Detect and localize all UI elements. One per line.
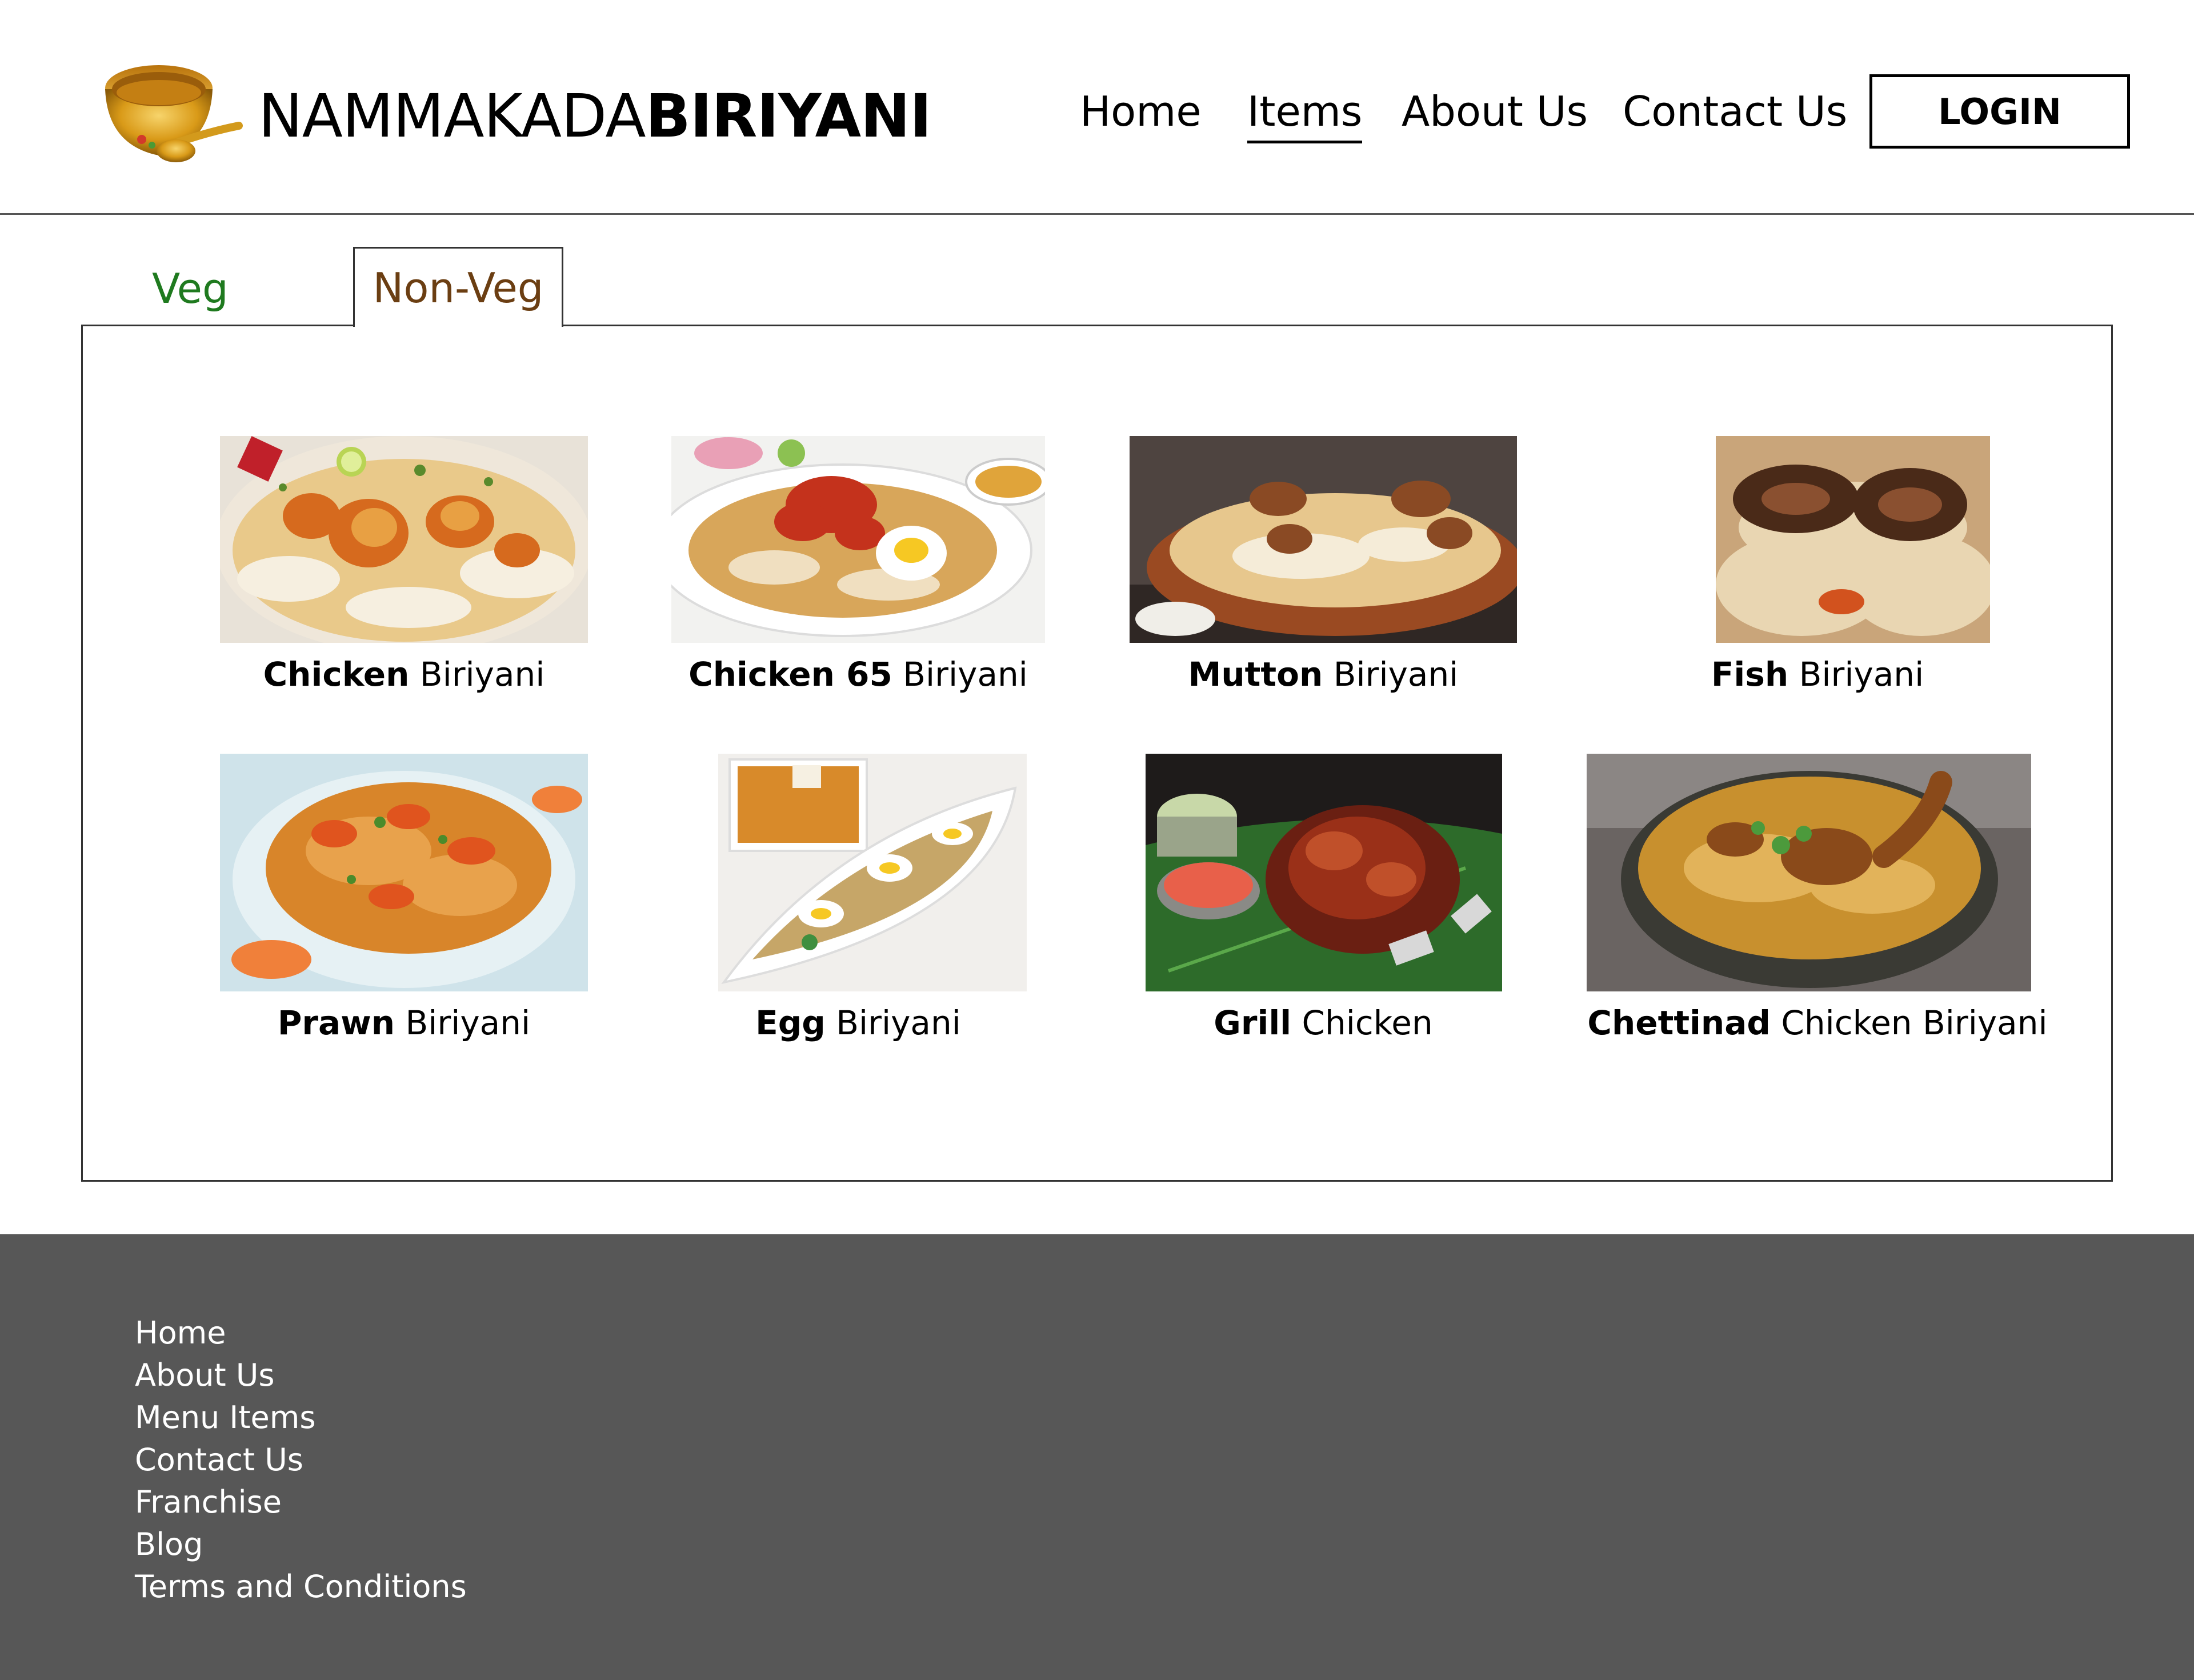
chicken-65-biriyani-photo[interactable] [671,436,1045,643]
menu-card-fish-biriyani[interactable]: Fish Biriyani [1572,436,2063,722]
menu-caption-rest: Biriyani [1788,655,1924,694]
menu-caption-rest: Biriyani [892,655,1028,694]
menu-card-prawn-biriyani[interactable]: Prawn Biriyani [220,754,588,1074]
login-button[interactable]: LOGIN [1869,74,2130,149]
menu-caption-rest: Biriyani [409,655,545,694]
footer-link-home[interactable]: Home [135,1312,467,1354]
menu-caption-bold: Grill [1214,1003,1292,1042]
chettinad-chicken-biriyani-photo[interactable] [1587,754,2031,991]
nav-link-items[interactable]: Items [1247,86,1363,143]
menu-caption-bold: Chicken 65 [688,655,892,694]
nav-link-home[interactable]: Home [1080,86,1202,137]
egg-biriyani-photo[interactable] [718,754,1027,991]
menu-card-chicken-65-biriyani[interactable]: Chicken 65 Biriyani [671,436,1045,722]
site-header: NAMMAKADABIRIYANI Home Items About Us Co… [0,0,2194,215]
menu-card-caption: Chettinad Chicken Biriyani [1572,1003,2063,1043]
footer-link-franchise[interactable]: Franchise [135,1481,467,1523]
footer-link-terms-and-conditions[interactable]: Terms and Conditions [135,1566,467,1608]
menu-card-chicken-biriyani[interactable]: Chicken Biriyani [220,436,588,722]
footer-link-about-us[interactable]: About Us [135,1354,467,1397]
menu-caption-rest: Chicken Biriyani [1770,1003,2048,1042]
menu-card-chettinad-chicken-biriyani[interactable]: Chettinad Chicken Biriyani [1572,754,2063,1074]
menu-caption-rest: Biriyani [395,1003,531,1042]
brand-name[interactable]: NAMMAKADABIRIYANI [258,79,932,153]
chicken-biriyani-photo[interactable] [220,436,588,643]
footer-link-blog[interactable]: Blog [135,1523,467,1566]
footer-links: Home About Us Menu Items Contact Us Fran… [135,1312,467,1608]
menu-caption-bold: Fish [1711,655,1789,694]
menu-items-panel: Chicken Biriyani Chicken 65 Biriyani Mut… [81,325,2113,1182]
menu-card-egg-biriyani[interactable]: Egg Biriyani [671,754,1045,1074]
nav-link-contact-us[interactable]: Contact Us [1623,86,1847,137]
menu-card-grill-chicken[interactable]: Grill Chicken [1130,754,1517,1074]
footer-link-menu-items[interactable]: Menu Items [135,1397,467,1439]
prawn-biriyani-photo[interactable] [220,754,588,991]
menu-caption-rest: Biriyani [825,1003,961,1042]
menu-card-caption: Prawn Biriyani [220,1003,588,1043]
tab-veg[interactable]: Veg [152,263,229,314]
menu-caption-rest: Biriyani [1323,655,1459,694]
mutton-biriyani-photo[interactable] [1130,436,1517,643]
menu-caption-bold: Prawn [277,1003,395,1042]
menu-card-caption: Chicken Biriyani [220,654,588,694]
nav-link-about-us[interactable]: About Us [1402,86,1588,137]
menu-card-caption: Grill Chicken [1130,1003,1517,1043]
tab-non-veg[interactable]: Non-Veg [353,247,563,327]
grill-chicken-photo[interactable] [1146,754,1502,991]
menu-card-caption: Fish Biriyani [1572,654,2063,694]
menu-caption-bold: Chicken [263,655,410,694]
site-footer: Home About Us Menu Items Contact Us Fran… [0,1234,2194,1680]
menu-card-caption: Mutton Biriyani [1130,654,1517,694]
menu-caption-bold: Egg [755,1003,826,1042]
brand-name-bold: BIRIYANI [645,81,931,151]
bowl-spoon-logo-icon[interactable] [102,59,246,174]
menu-card-mutton-biriyani[interactable]: Mutton Biriyani [1130,436,1517,722]
menu-caption-rest: Chicken [1291,1003,1433,1042]
fish-biriyani-photo[interactable] [1716,436,1990,643]
menu-caption-bold: Mutton [1188,655,1323,694]
menu-card-caption: Chicken 65 Biriyani [671,654,1045,694]
page: NAMMAKADABIRIYANI Home Items About Us Co… [0,0,2194,1680]
brand-name-light: NAMMAKADA [258,81,646,151]
footer-link-contact-us[interactable]: Contact Us [135,1439,467,1481]
menu-caption-bold: Chettinad [1587,1003,1771,1042]
menu-card-caption: Egg Biriyani [671,1003,1045,1043]
